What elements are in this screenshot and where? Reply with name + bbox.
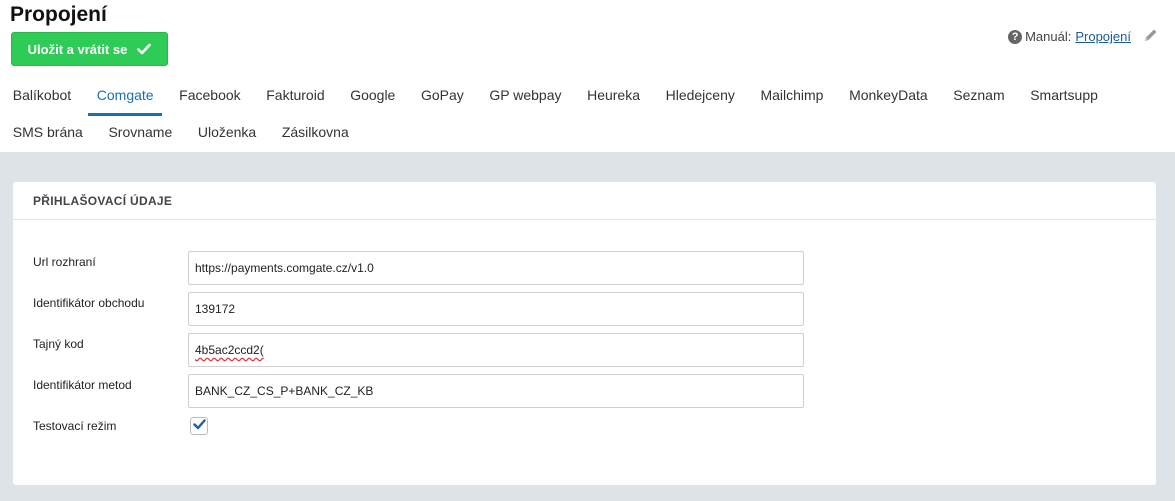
tab-smartsupp[interactable]: Smartsupp — [1017, 87, 1110, 115]
tab-ulozenka[interactable]: Uloženka — [185, 124, 269, 152]
tab-seznam[interactable]: Seznam — [940, 87, 1017, 115]
check-icon — [137, 43, 152, 55]
manual-link[interactable]: Propojení — [1075, 29, 1131, 44]
tab-balikobot[interactable]: Balíkobot — [0, 87, 84, 115]
tabs-row-2: SMS brána Srovname Uloženka Zásilkovna — [0, 124, 362, 152]
tab-heureka[interactable]: Heureka — [574, 87, 653, 115]
tab-gopay[interactable]: GoPay — [408, 87, 476, 115]
tab-facebook[interactable]: Facebook — [166, 87, 253, 115]
tab-mailchimp[interactable]: Mailchimp — [748, 87, 837, 115]
secret-input[interactable]: 4b5ac2ccd2( — [188, 333, 804, 367]
manual-label: Manuál: — [1025, 29, 1072, 44]
secret-value: 4b5ac2ccd2( — [195, 343, 264, 357]
save-button-label: Uložit a vrátit se — [27, 41, 128, 57]
tab-srovname[interactable]: Srovname — [96, 124, 185, 152]
shop-id-input[interactable]: 139172 — [188, 292, 804, 326]
tab-fakturoid[interactable]: Fakturoid — [253, 87, 337, 115]
test-mode-checkbox[interactable] — [190, 417, 208, 435]
secret-label: Tajný kod — [33, 337, 84, 351]
question-circle-icon: ? — [1008, 29, 1023, 44]
url-label: Url rozhraní — [33, 255, 96, 269]
tab-zasilkovna[interactable]: Zásilkovna — [269, 124, 362, 152]
page-title: Propojení — [10, 3, 107, 26]
pencil-icon[interactable] — [1143, 27, 1159, 46]
tab-monkeydata[interactable]: MonkeyData — [836, 87, 940, 115]
save-and-return-button[interactable]: Uložit a vrátit se — [11, 32, 168, 66]
tab-google[interactable]: Google — [337, 87, 408, 115]
tab-sms-brana[interactable]: SMS brána — [0, 124, 96, 152]
panel-title: PŘIHLAŠOVACÍ ÚDAJE — [13, 182, 1156, 220]
url-input[interactable]: https://payments.comgate.cz/v1.0 — [188, 251, 804, 285]
method-id-label: Identifikátor metod — [33, 378, 132, 392]
credentials-panel: PŘIHLAŠOVACÍ ÚDAJE Url rozhraní https://… — [13, 182, 1156, 485]
tabs-row-1: Balíkobot Comgate Facebook Fakturoid Google G… — [0, 87, 1111, 116]
check-icon — [192, 417, 206, 435]
tab-gp-webpay[interactable]: GP webpay — [477, 87, 575, 115]
shop-id-label: Identifikátor obchodu — [33, 296, 145, 310]
method-id-input[interactable]: BANK_CZ_CS_P+BANK_CZ_KB — [188, 374, 804, 408]
tab-hledejceny[interactable]: Hledejceny — [653, 87, 748, 115]
test-mode-label: Testovací režim — [33, 419, 117, 433]
tab-comgate[interactable]: Comgate — [84, 87, 166, 116]
manual-link-area: ? Manuál: Propojení — [1008, 27, 1159, 46]
